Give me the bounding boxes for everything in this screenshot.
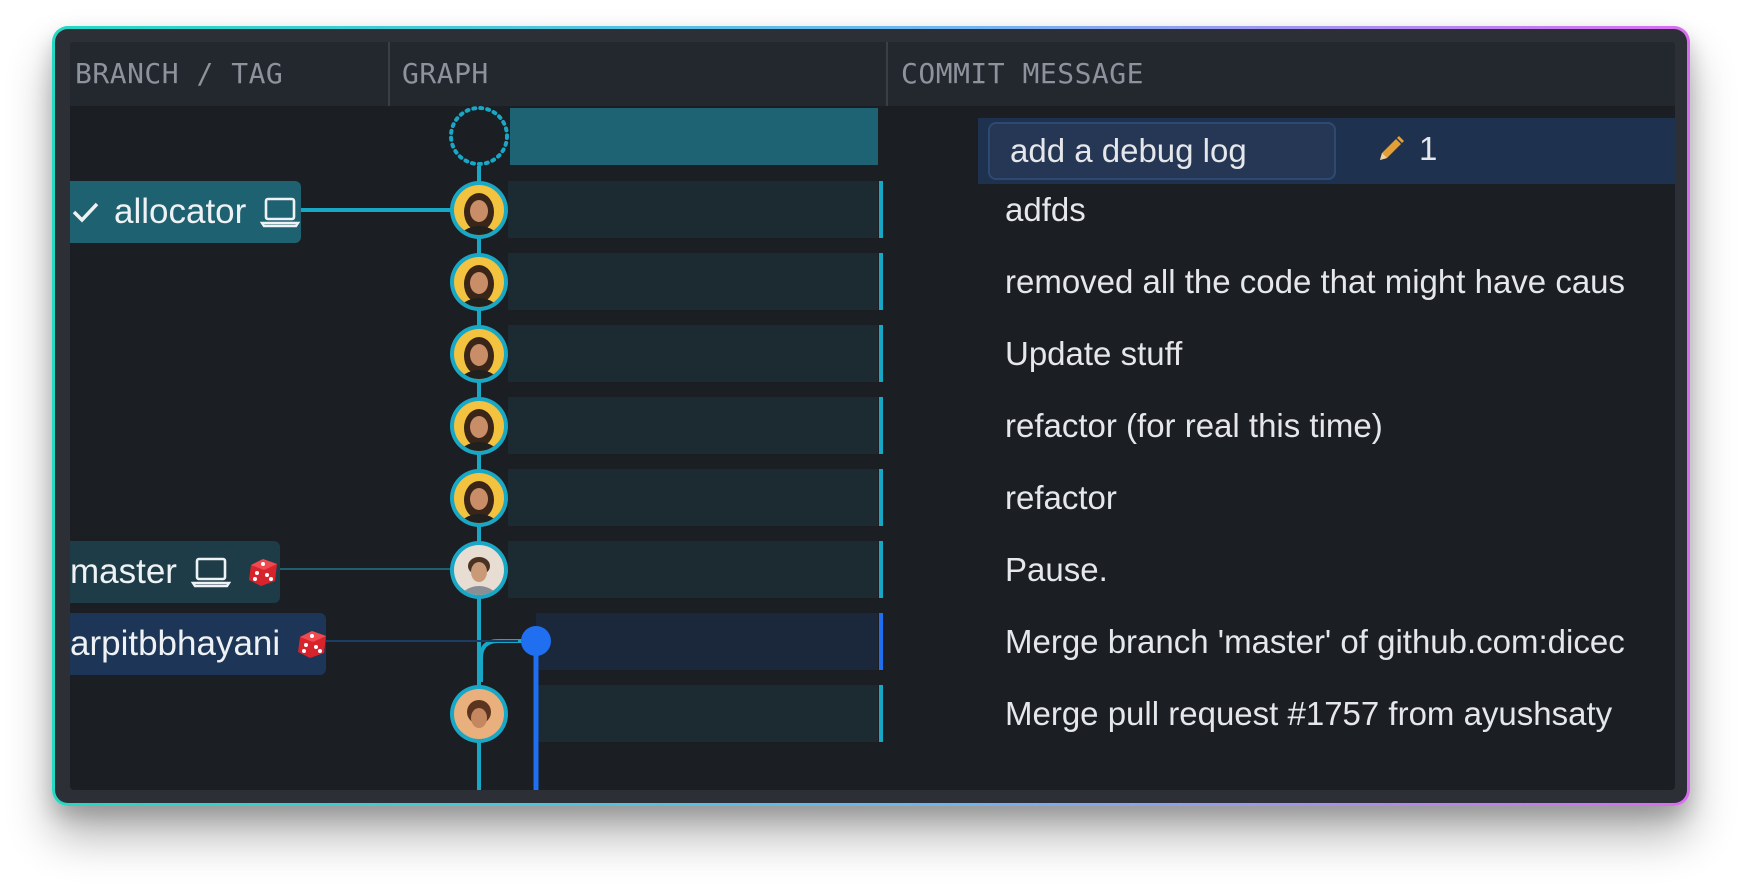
wip-row-bar[interactable]	[510, 108, 878, 165]
wip-changed-count: 1	[1419, 130, 1438, 167]
wip-node[interactable]	[449, 106, 509, 166]
row-bar[interactable]	[508, 469, 878, 526]
commit-message[interactable]: Pause.	[1005, 550, 1108, 590]
laptop-icon	[190, 556, 231, 588]
row-accent	[879, 397, 883, 454]
merge-commit-dot[interactable]	[521, 626, 551, 656]
check-icon	[70, 197, 100, 227]
row-bar[interactable]	[508, 181, 878, 238]
row-bar[interactable]	[508, 541, 878, 598]
wip-message-input[interactable]: add a debug log	[988, 122, 1336, 180]
branch-tag-master[interactable]: master	[70, 541, 280, 603]
branch-tag-arpitbbhayani[interactable]: arpitbbhayani	[70, 613, 327, 675]
commit-message[interactable]: refactor (for real this time)	[1005, 406, 1383, 446]
wip-message-text: add a debug log	[1010, 132, 1247, 169]
row-bar[interactable]	[536, 613, 878, 670]
row-accent	[879, 469, 883, 526]
row-accent	[879, 181, 883, 238]
commit-graph-panel: BRANCH / TAG GRAPH COMMIT MESSAGE add a …	[70, 42, 1675, 790]
commit-message[interactable]: removed all the code that might have cau…	[1005, 262, 1625, 302]
commit-message[interactable]: Update stuff	[1005, 334, 1182, 374]
branch-tag-allocator[interactable]: allocator	[70, 181, 301, 243]
row-bar[interactable]	[536, 685, 878, 742]
commit-message[interactable]: adfds	[1005, 190, 1086, 230]
row-accent	[879, 613, 883, 670]
dice-icon	[245, 555, 281, 589]
commit-message[interactable]: Merge branch 'master' of github.com:dice…	[1005, 622, 1625, 662]
row-accent	[879, 253, 883, 310]
pencil-icon	[1380, 136, 1404, 160]
row-bar[interactable]	[508, 253, 878, 310]
row-accent	[879, 325, 883, 382]
commit-message[interactable]: Merge pull request #1757 from ayushsaty	[1005, 694, 1612, 734]
branch-tag-label: arpitbbhayani	[70, 624, 281, 663]
row-bar[interactable]	[508, 325, 878, 382]
branch-tag-label: master	[70, 552, 177, 591]
dice-icon	[294, 627, 330, 661]
avatar[interactable]	[450, 685, 508, 743]
row-bar[interactable]	[508, 397, 878, 454]
commit-message[interactable]: refactor	[1005, 478, 1117, 518]
laptop-icon	[260, 196, 301, 228]
row-accent	[879, 685, 883, 742]
branch-tag-label: allocator	[114, 192, 247, 231]
row-accent	[879, 541, 883, 598]
